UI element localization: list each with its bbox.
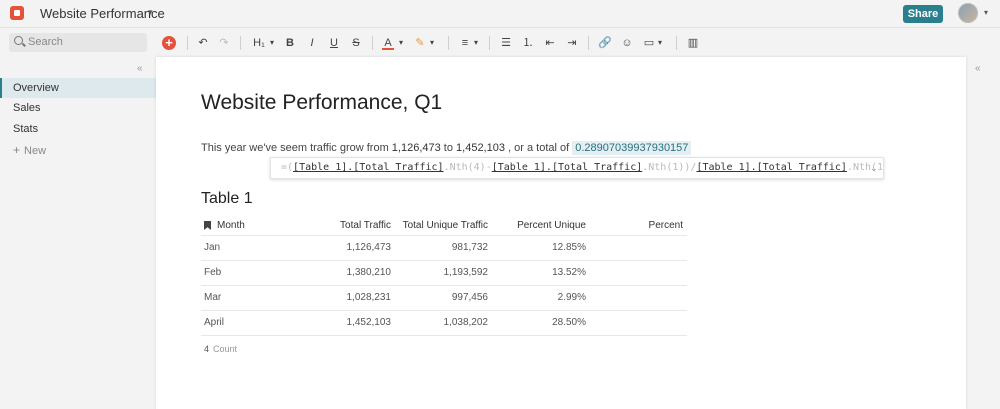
indent-button[interactable]: ⇥ — [566, 34, 578, 52]
column-header[interactable]: Month — [217, 219, 245, 233]
redo-button[interactable]: ↷ — [218, 34, 230, 52]
table-cell[interactable]: 981,732 — [452, 236, 488, 260]
column-header[interactable]: Percent — [649, 219, 683, 233]
sidebar-item-overview[interactable]: Overview — [0, 78, 156, 98]
chevron-down-icon[interactable]: ▾ — [656, 34, 664, 52]
paragraph-text: to — [440, 142, 457, 154]
row-count: 4 Count — [204, 344, 237, 354]
collapse-sidebar-icon[interactable]: « — [137, 63, 143, 74]
chevron-down-icon[interactable]: ▾ — [268, 34, 276, 52]
table-row: Feb 1,380,210 1,193,592 13.52% — [201, 261, 687, 286]
paragraph-text: This year we've seem traffic grow from — [201, 142, 392, 154]
chevron-down-icon[interactable]: ▾ — [428, 34, 436, 52]
formula-token: .Nth(1) — [846, 162, 884, 173]
layout-button[interactable]: ▥ — [686, 34, 700, 52]
sidebar-item-sales[interactable]: Sales — [0, 98, 156, 118]
table-cell[interactable]: 997,456 — [452, 286, 488, 310]
chevron-down-icon[interactable]: ▾ — [148, 7, 153, 18]
formula-token: .Nth(4)- — [443, 162, 492, 173]
new-page-button[interactable]: + New — [0, 140, 156, 160]
strikethrough-button[interactable]: S — [350, 34, 362, 52]
table-cell[interactable]: 1,380,210 — [347, 261, 392, 285]
table-cell[interactable]: April — [204, 311, 224, 335]
formula-ref: [Table 1].[Total Traffic] — [696, 162, 847, 173]
expand-panel-icon[interactable]: « — [975, 63, 981, 74]
formula-token: =( — [281, 162, 294, 173]
value-to[interactable]: 1,452,103 — [456, 142, 505, 154]
toolbar-divider — [676, 36, 677, 50]
toolbar-divider — [240, 36, 241, 50]
chevron-down-icon[interactable]: ▾ — [472, 34, 480, 52]
underline-button[interactable]: U — [328, 34, 340, 52]
sidebar-item-stats[interactable]: Stats — [0, 119, 156, 139]
formula-editor[interactable]: =([Table 1].[Total Traffic].Nth(4)-[Tabl… — [270, 157, 884, 179]
toolbar-divider — [187, 36, 188, 50]
table-cell[interactable]: Feb — [204, 261, 221, 285]
table-cell[interactable]: 1,028,231 — [347, 286, 392, 310]
table-cell[interactable]: Mar — [204, 286, 221, 310]
plus-icon: + — [13, 143, 21, 157]
value-from[interactable]: 1,126,473 — [392, 142, 441, 154]
align-button[interactable]: ≡ — [459, 34, 471, 52]
row-count-label: Count — [213, 344, 238, 354]
search-input[interactable]: Search — [9, 33, 147, 52]
toolbar-divider — [372, 36, 373, 50]
formula-token: .Nth(1))/ — [642, 162, 697, 173]
table-header-row: Month Total Traffic Total Unique Traffic… — [201, 219, 687, 236]
new-page-label: New — [24, 145, 47, 157]
toolbar-divider — [448, 36, 449, 50]
formula-ref: [Table 1].[Total Traffic] — [491, 162, 643, 173]
outdent-button[interactable]: ⇤ — [544, 34, 556, 52]
formula-result[interactable]: 0.28907039937930157 — [572, 141, 692, 155]
text-color-button[interactable]: A — [382, 34, 394, 50]
comment-button[interactable]: ▭ — [642, 34, 656, 52]
table-row: April 1,452,103 1,038,202 28.50% — [201, 311, 687, 336]
formula-ref: [Table 1].[Total Traffic] — [293, 162, 444, 173]
paragraph[interactable]: This year we've seem traffic grow from 1… — [201, 141, 692, 155]
page-title[interactable]: Website Performance, Q1 — [201, 91, 442, 115]
table-cell[interactable]: 12.85% — [552, 236, 586, 260]
table-cell[interactable]: 1,452,103 — [347, 311, 392, 335]
table-cell[interactable]: 13.52% — [552, 261, 586, 285]
table-cell[interactable]: 1,038,202 — [444, 311, 489, 335]
table-cell[interactable]: Jan — [204, 236, 220, 260]
italic-button[interactable]: I — [306, 34, 318, 52]
row-count-value: 4 — [204, 344, 210, 354]
bullet-list-button[interactable]: ☰ — [500, 34, 512, 52]
numbered-list-button[interactable]: ⒈ — [522, 34, 534, 52]
top-bar: Website Performance ▾ Share ▾ — [0, 0, 1000, 28]
table-cell[interactable]: 28.50% — [552, 311, 586, 335]
app-logo[interactable] — [10, 6, 24, 20]
column-header[interactable]: Total Traffic — [340, 219, 391, 233]
toolbar-divider — [489, 36, 490, 50]
column-header[interactable]: Total Unique Traffic — [403, 219, 488, 233]
chevron-down-icon[interactable]: ▾ — [397, 34, 405, 52]
emoji-button[interactable]: ☺ — [620, 34, 634, 52]
table-row: Jan 1,126,473 981,732 12.85% — [201, 236, 687, 261]
bold-button[interactable]: B — [284, 34, 296, 52]
table-title[interactable]: Table 1 — [201, 190, 253, 208]
column-header[interactable]: Percent Unique — [517, 219, 586, 233]
chevron-down-icon[interactable]: ▾ — [984, 8, 988, 17]
bookmark-icon[interactable] — [204, 221, 211, 230]
toolbar-divider — [588, 36, 589, 50]
table-cell[interactable]: 2.99% — [558, 286, 586, 310]
document-page: Website Performance, Q1 This year we've … — [156, 57, 966, 409]
heading-button[interactable]: H₁ — [250, 34, 268, 52]
paragraph-text: , or a total of — [504, 142, 573, 154]
avatar[interactable] — [958, 3, 978, 23]
doc-title[interactable]: Website Performance — [40, 6, 165, 21]
undo-button[interactable]: ↶ — [197, 34, 209, 52]
table-cell[interactable]: 1,193,592 — [444, 261, 489, 285]
highlight-button[interactable]: ✎ — [414, 34, 426, 52]
link-button[interactable]: 🔗 — [598, 34, 612, 52]
data-table: Month Total Traffic Total Unique Traffic… — [201, 219, 687, 336]
search-placeholder: Search — [28, 36, 63, 48]
table-cell[interactable]: 1,126,473 — [347, 236, 392, 260]
add-button[interactable]: + — [162, 36, 176, 50]
table-row: Mar 1,028,231 997,456 2.99% — [201, 286, 687, 311]
chevron-down-icon[interactable]: ⌄ — [870, 163, 878, 174]
search-icon — [14, 36, 23, 45]
share-button[interactable]: Share — [903, 5, 943, 23]
